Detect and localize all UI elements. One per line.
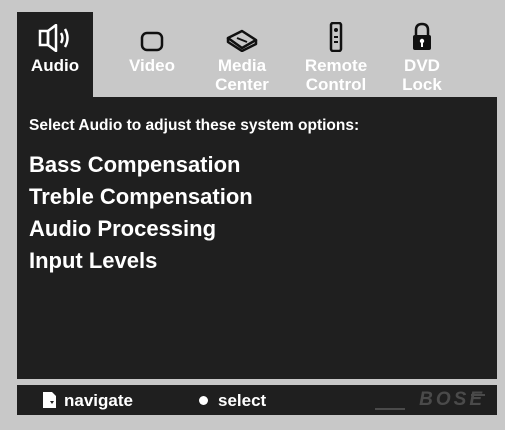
- tab-remote-control-label: Remote Control: [304, 56, 368, 94]
- remote-control-icon: [329, 18, 343, 52]
- select-dot-icon: [199, 396, 208, 405]
- speaker-icon: [38, 18, 72, 52]
- tab-video[interactable]: Video: [117, 12, 187, 97]
- options-list: Bass Compensation Treble Compensation Au…: [29, 149, 253, 277]
- tab-media-center[interactable]: Media Center: [204, 12, 280, 97]
- tab-media-center-label: Media Center: [215, 56, 269, 94]
- tab-video-label: Video: [129, 56, 175, 75]
- navigate-icon: [43, 392, 56, 408]
- navigate-hint: navigate: [64, 391, 133, 410]
- tab-dvd-lock[interactable]: DVD Lock: [392, 12, 452, 97]
- option-bass-compensation[interactable]: Bass Compensation: [29, 149, 253, 181]
- audio-options-panel: Select Audio to adjust these system opti…: [17, 97, 497, 379]
- option-input-levels[interactable]: Input Levels: [29, 245, 253, 277]
- bose-logo: BOSE: [367, 389, 485, 411]
- media-center-icon: [225, 18, 259, 52]
- tab-audio-label: Audio: [30, 56, 80, 75]
- tab-remote-control[interactable]: Remote Control: [296, 12, 376, 97]
- bose-setup-screen: Audio Video Media Center Remote Control …: [0, 0, 505, 430]
- option-treble-compensation[interactable]: Treble Compensation: [29, 181, 253, 213]
- tv-icon: [140, 18, 164, 52]
- panel-prompt: Select Audio to adjust these system opti…: [29, 117, 360, 134]
- lock-icon: [411, 18, 433, 52]
- select-hint: select: [218, 391, 267, 410]
- tab-dvd-lock-label: DVD Lock: [402, 56, 442, 94]
- footer-bar: navigate select BOSE: [17, 385, 497, 415]
- tab-audio[interactable]: Audio: [17, 12, 93, 97]
- option-audio-processing[interactable]: Audio Processing: [29, 213, 253, 245]
- tab-bar: Audio Video Media Center Remote Control …: [17, 12, 497, 97]
